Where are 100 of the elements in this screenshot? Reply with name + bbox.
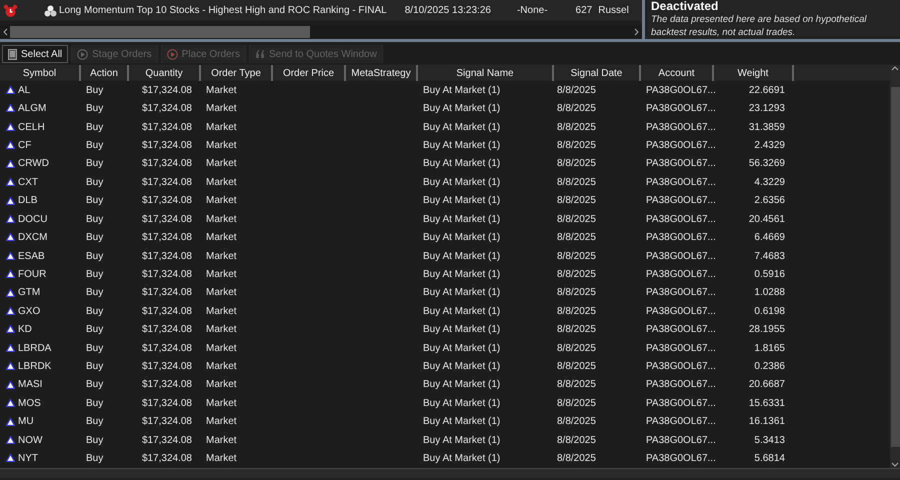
table-cell-text: $17,324.08: [140, 157, 193, 172]
table-cell: 16.1361: [713, 412, 793, 432]
table-cell: NOW: [0, 431, 80, 450]
table-cell: ESAB: [0, 246, 80, 266]
triangle-icon: [6, 436, 15, 444]
column-header[interactable]: Signal Name: [417, 65, 553, 81]
column-header[interactable]: Quantity: [128, 65, 200, 81]
column-header[interactable]: Order Price: [272, 65, 345, 81]
table-cell-text: $17,324.08: [140, 231, 193, 246]
table-cell: GXO: [0, 302, 80, 320]
document-icon: [8, 48, 17, 60]
table-cell-text: Buy At Market (1): [422, 102, 502, 116]
metastrategy-value: -None-: [516, 4, 548, 18]
symbol-count: 627: [576, 4, 592, 18]
scroll-right-icon[interactable]: [634, 28, 640, 36]
table-cell-text: $17,324.08: [140, 360, 193, 374]
table-cell-text: $17,324.08: [140, 304, 193, 319]
table-cell-text: Market: [205, 194, 238, 208]
quote-icon: [254, 50, 265, 58]
table-cell-text: 8/8/2025: [556, 176, 597, 190]
column-header[interactable]: Account: [640, 65, 713, 81]
table-cell-text: 8/8/2025: [556, 378, 597, 392]
scroll-down-icon[interactable]: [891, 462, 899, 468]
table-cell: $17,324.08: [128, 81, 200, 100]
table-cell-text: PA38G0OL67...: [645, 323, 713, 338]
column-header[interactable]: Action: [80, 65, 128, 81]
triangle-icon: [6, 141, 15, 150]
table-cell-text: 8/8/2025: [556, 231, 597, 246]
table-cell-text: Market: [205, 120, 238, 135]
table-cell-text: Buy: [85, 396, 104, 411]
table-cell-text: Buy: [85, 323, 104, 338]
table-cell-text: Buy At Market (1): [422, 157, 502, 172]
table-cell: 1.0288: [713, 284, 793, 302]
table-cell-text: PA38G0OL67...: [645, 231, 713, 246]
column-header[interactable]: Order Type: [200, 65, 272, 81]
table-cell: 28.1955: [713, 320, 793, 339]
table-cell: 0.5916: [713, 265, 793, 284]
column-header[interactable]: Symbol: [0, 65, 80, 81]
table-cell-text: Market: [205, 286, 238, 300]
table-cell-text: 8/8/2025: [556, 250, 597, 264]
table-cell-text: Buy At Market (1): [422, 250, 502, 264]
table-cell-text: 8/8/2025: [556, 452, 597, 466]
table-cell-text: Buy At Market (1): [422, 323, 502, 338]
alarm-clock-icon: [2, 4, 18, 18]
column-header[interactable]: MetaStrategy: [345, 65, 417, 81]
table-cell-text: PA38G0OL67...: [645, 360, 713, 374]
table-cell-text: Buy At Market (1): [422, 286, 502, 300]
table-cell-text: PA38G0OL67...: [645, 396, 713, 411]
table-cell: 1.8165: [713, 338, 793, 358]
table-cell-text: $17,324.08: [140, 176, 193, 190]
strategy-date: 8/10/2025 13:23:26: [404, 4, 491, 18]
table-cell: 0.6198: [713, 302, 793, 320]
table-cell-text: Buy: [85, 452, 104, 466]
table-cell-text: Buy At Market (1): [422, 120, 502, 135]
table-cell: 20.4561: [713, 210, 793, 228]
table-cell-text: Buy At Market (1): [422, 378, 502, 392]
triangle-icon: [6, 233, 15, 242]
table-cell-text: Market: [205, 176, 238, 190]
table-cell-text: Market: [205, 378, 238, 392]
table-cell-text: 8/8/2025: [556, 396, 597, 411]
table-cell: 4.3229: [713, 173, 793, 192]
table-cell-text: Buy: [85, 102, 104, 116]
table-cell-text: Market: [205, 212, 238, 227]
table-cell-text: Buy: [85, 286, 104, 300]
column-header[interactable]: Weight: [713, 65, 793, 81]
vertical-scrollbar[interactable]: [890, 65, 900, 468]
table-cell: Market: [200, 81, 272, 100]
triangle-icon: [6, 270, 15, 278]
table-cell-text: Market: [205, 434, 238, 448]
table-cell-text: PA38G0OL67...: [645, 434, 713, 448]
triangle-icon: [6, 160, 15, 168]
table-cell-text: Market: [205, 138, 238, 153]
play-icon: [77, 48, 88, 60]
table-cell: PA38G0OL67...: [640, 81, 713, 100]
scroll-left-icon[interactable]: [2, 28, 8, 36]
table-cell: CELH: [0, 118, 80, 136]
triangle-icon: [6, 288, 15, 297]
column-header[interactable]: Signal Date: [553, 65, 640, 81]
table-cell-text: Market: [205, 231, 238, 246]
table-cell-text: PA38G0OL67...: [645, 378, 713, 392]
table-cell-text: 8/8/2025: [556, 304, 597, 319]
toolbar-button[interactable]: Select All: [2, 45, 68, 63]
table-cell-text: $17,324.08: [140, 396, 193, 411]
triangle-icon: [6, 104, 15, 112]
table-cell-text: Buy At Market (1): [422, 231, 502, 246]
table-cell: 8/8/2025: [553, 81, 640, 100]
table-cell: FOUR: [0, 265, 80, 284]
triangle-icon: [6, 178, 15, 186]
table-cell-text: PA38G0OL67...: [645, 138, 713, 153]
scroll-up-icon[interactable]: [891, 65, 899, 71]
horizontal-scrollbar[interactable]: [0, 25, 642, 39]
table-cell-text: Buy At Market (1): [422, 360, 502, 374]
triangle-icon: [6, 399, 15, 408]
table-cell: MASI: [0, 376, 80, 394]
table-cell-text: Market: [205, 157, 238, 172]
table-cell-text: Market: [205, 323, 238, 338]
triangle-icon: [6, 86, 15, 94]
table-cell: GTM: [0, 284, 80, 302]
table-cell: 7.4683: [713, 246, 793, 266]
table-cell-text: Buy: [85, 231, 104, 246]
